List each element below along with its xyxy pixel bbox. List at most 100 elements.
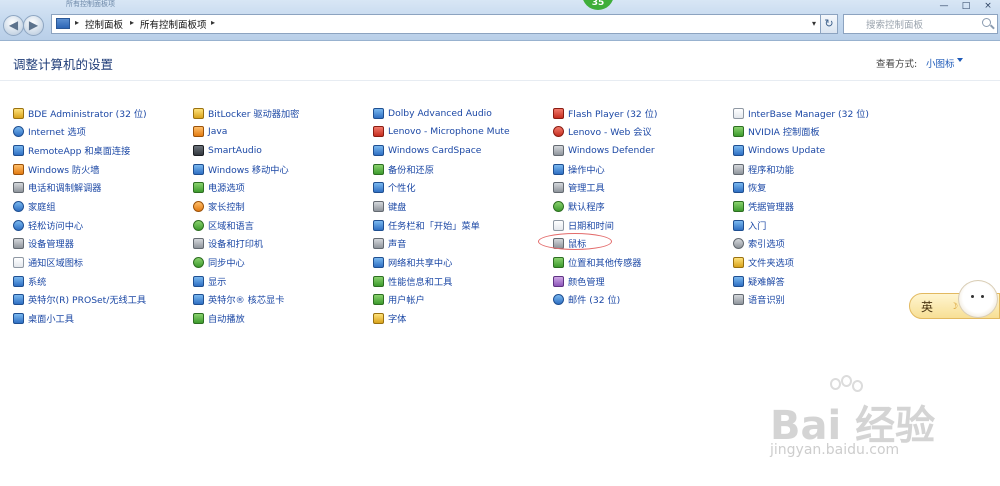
cp-item-indexing[interactable]: 索引选项 xyxy=(733,234,785,252)
cp-item-interbase[interactable]: InterBase Manager (32 位) xyxy=(733,104,869,122)
cp-item-mail[interactable]: 邮件 (32 位) xyxy=(553,290,620,308)
cp-item-flash-player[interactable]: Flash Player (32 位) xyxy=(553,104,657,122)
cp-item-fonts[interactable]: 字体 xyxy=(373,309,406,327)
cp-item-bde-administrator[interactable]: BDE Administrator (32 位) xyxy=(13,104,147,122)
close-button[interactable]: × xyxy=(978,0,998,13)
cp-item-keyboard[interactable]: 键盘 xyxy=(373,197,406,215)
cp-item-programs-features[interactable]: 程序和功能 xyxy=(733,160,794,178)
view-by-dropdown[interactable]: 小图标 xyxy=(926,56,955,70)
cp-item-action-center[interactable]: 操作中心 xyxy=(553,160,605,178)
cp-item-performance[interactable]: 性能信息和工具 xyxy=(373,272,452,290)
address-history-dropdown[interactable]: ▾ xyxy=(812,19,816,28)
fonts-icon xyxy=(373,312,384,324)
cp-item-windows-defender[interactable]: Windows Defender xyxy=(553,141,655,159)
cp-item-sound[interactable]: 声音 xyxy=(373,234,406,252)
cp-item-ease-of-access[interactable]: 轻松访问中心 xyxy=(13,216,83,234)
cp-item-getting-started[interactable]: 入门 xyxy=(733,216,766,234)
cp-item-troubleshooting[interactable]: 疑难解答 xyxy=(733,272,785,290)
maximize-button[interactable]: □ xyxy=(956,0,976,13)
cp-item-intel-graphics[interactable]: 英特尔® 核芯显卡 xyxy=(193,290,284,308)
remote-desktop-icon xyxy=(13,144,24,156)
cardspace-icon xyxy=(373,144,384,156)
view-by-label: 查看方式: xyxy=(876,59,918,70)
sound-icon xyxy=(373,237,384,249)
breadcrumb-separator[interactable]: ▸ xyxy=(75,18,79,27)
cp-item-date-time[interactable]: 日期和时间 xyxy=(553,216,614,234)
cp-item-mobility-center[interactable]: Windows 移动中心 xyxy=(193,160,289,178)
window-controls: — □ × xyxy=(934,0,998,13)
notification-area-icon xyxy=(13,256,24,268)
cp-item-region-language[interactable]: 区域和语言 xyxy=(193,216,254,234)
highlight-annotation xyxy=(538,233,612,250)
color-management-icon xyxy=(553,275,564,287)
cp-item-autoplay[interactable]: 自动播放 xyxy=(193,309,245,327)
cp-item-network-sharing[interactable]: 网络和共享中心 xyxy=(373,253,452,271)
cp-item-location-sensors[interactable]: 位置和其他传感器 xyxy=(553,253,642,271)
notification-badge: 35 xyxy=(582,0,614,10)
ime-mode-label[interactable]: 英 xyxy=(921,298,933,315)
address-bar[interactable]: ▸ 控制面板 ▸ 所有控制面板项 ▸ ▾ xyxy=(51,14,821,34)
cp-item-default-programs[interactable]: 默认程序 xyxy=(553,197,605,215)
cp-item-web-conference[interactable]: Lenovo - Web 会议 xyxy=(553,122,652,140)
cp-item-color-management[interactable]: 颜色管理 xyxy=(553,272,605,290)
refresh-button[interactable]: ↻ xyxy=(820,14,838,34)
search-input[interactable] xyxy=(864,16,996,34)
cp-item-recovery[interactable]: 恢复 xyxy=(733,178,766,196)
cp-item-admin-tools[interactable]: 管理工具 xyxy=(553,178,605,196)
search-box[interactable] xyxy=(843,14,998,34)
cp-item-bitlocker[interactable]: BitLocker 驱动器加密 xyxy=(193,104,299,122)
cp-item-devices-printers[interactable]: 设备和打印机 xyxy=(193,234,263,252)
cp-item-smartaudio[interactable]: SmartAudio xyxy=(193,141,262,159)
watermark-url: jingyan.baidu.com xyxy=(770,442,900,458)
cp-item-homegroup[interactable]: 家庭组 xyxy=(13,197,56,215)
cp-item-folder-options[interactable]: 文件夹选项 xyxy=(733,253,794,271)
cp-item-dolby[interactable]: Dolby Advanced Audio xyxy=(373,104,492,122)
cp-item-user-accounts[interactable]: 用户帐户 xyxy=(373,290,425,308)
search-icon[interactable] xyxy=(982,18,991,27)
cp-item-personalization[interactable]: 个性化 xyxy=(373,178,416,196)
device-manager-icon xyxy=(13,237,24,249)
flash-player-icon xyxy=(553,107,564,119)
back-button[interactable]: ◀ xyxy=(3,15,24,36)
breadcrumb-separator[interactable]: ▸ xyxy=(211,18,215,27)
cp-item-intel-proset[interactable]: 英特尔(R) PROSet/无线工具 xyxy=(13,290,146,308)
cp-item-firewall[interactable]: Windows 防火墙 xyxy=(13,160,100,178)
cp-item-windows-update[interactable]: Windows Update xyxy=(733,141,825,159)
minimize-button[interactable]: — xyxy=(934,0,954,13)
cp-item-nvidia[interactable]: NVIDIA 控制面板 xyxy=(733,122,820,140)
cp-item-taskbar[interactable]: 任务栏和「开始」菜单 xyxy=(373,216,480,234)
cp-item-sync-center[interactable]: 同步中心 xyxy=(193,253,245,271)
cp-item-credential-manager[interactable]: 凭据管理器 xyxy=(733,197,794,215)
ease-of-access-icon xyxy=(13,219,24,231)
firewall-icon xyxy=(13,163,24,175)
cp-item-remoteapp[interactable]: RemoteApp 和桌面连接 xyxy=(13,141,130,159)
dolby-icon xyxy=(373,107,384,119)
cp-item-java[interactable]: Java xyxy=(193,122,227,140)
defender-icon xyxy=(553,144,564,156)
cp-item-desktop-gadgets[interactable]: 桌面小工具 xyxy=(13,309,74,327)
breadcrumb-control-panel[interactable]: 控制面板 xyxy=(85,17,123,31)
cp-item-system[interactable]: 系统 xyxy=(13,272,46,290)
breadcrumb-separator[interactable]: ▸ xyxy=(130,18,134,27)
cp-item-speech-recognition[interactable]: 语音识别 xyxy=(733,290,785,308)
cp-item-parental-controls[interactable]: 家长控制 xyxy=(193,197,245,215)
cp-item-display[interactable]: 显示 xyxy=(193,272,226,290)
cp-item-internet-options[interactable]: Internet 选项 xyxy=(13,122,86,140)
date-time-icon xyxy=(553,219,564,231)
cp-item-backup-restore[interactable]: 备份和还原 xyxy=(373,160,434,178)
ime-mascot-icon[interactable] xyxy=(958,280,998,318)
cp-item-notification-icons[interactable]: 通知区域图标 xyxy=(13,253,83,271)
power-options-icon xyxy=(193,181,204,193)
back-arrow-icon: ◀ xyxy=(8,18,19,32)
cp-item-phone-modem[interactable]: 电话和调制解调器 xyxy=(13,178,102,196)
cp-item-device-manager[interactable]: 设备管理器 xyxy=(13,234,74,252)
java-icon xyxy=(193,125,204,137)
cp-item-cardspace[interactable]: Windows CardSpace xyxy=(373,141,481,159)
cp-item-power-options[interactable]: 电源选项 xyxy=(193,178,245,196)
programs-features-icon xyxy=(733,163,744,175)
forward-button[interactable]: ▶ xyxy=(23,15,44,36)
breadcrumb-all-items[interactable]: 所有控制面板项 xyxy=(140,17,207,31)
view-by-caret-icon[interactable] xyxy=(957,58,963,62)
control-panel-icon xyxy=(56,18,70,29)
cp-item-microphone-mute[interactable]: Lenovo - Microphone Mute xyxy=(373,122,510,140)
